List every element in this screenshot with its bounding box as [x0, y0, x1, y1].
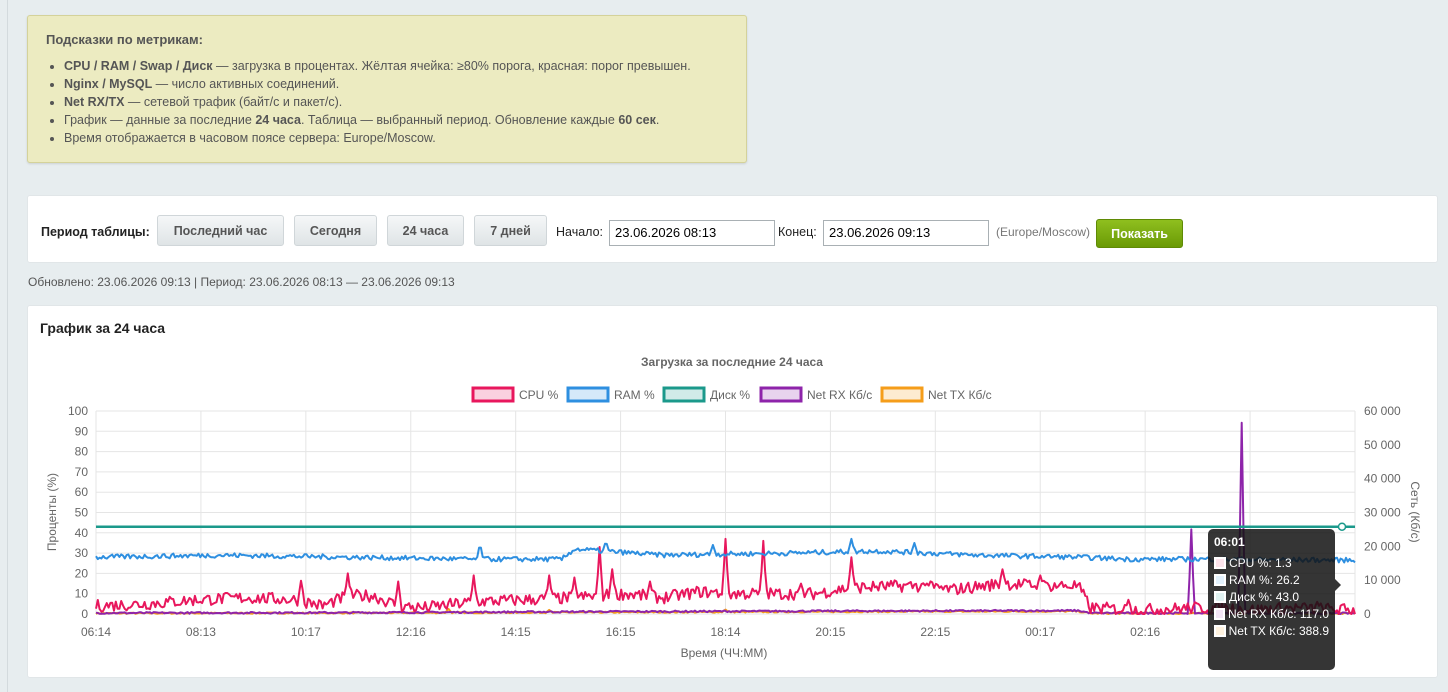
y2-axis-label: Сеть (Кб/с) [1408, 481, 1422, 542]
tooltip-swatch [1214, 573, 1226, 586]
y-tick-label: 60 [75, 485, 89, 499]
x-axis-label: Время (ЧЧ:ММ) [681, 646, 768, 660]
y-tick-label: 70 [75, 465, 89, 479]
y2-tick-label: 40 000 [1364, 472, 1401, 486]
tooltip-row: CPU %: 1.3 [1214, 554, 1329, 571]
legend-swatch [880, 386, 924, 403]
tooltip-row: Net RX Кб/с: 117.0 [1214, 605, 1329, 622]
tooltip-swatch [1214, 624, 1226, 637]
legend-swatch [566, 386, 610, 403]
legend-label: RAM % [614, 388, 655, 402]
legend-swatch [662, 386, 706, 403]
x-tick-label: 16:15 [606, 625, 636, 639]
y-tick-label: 80 [75, 445, 89, 459]
y2-tick-label: 60 000 [1364, 404, 1401, 418]
chart-tooltip: 06:01 CPU %: 1.3 RAM %: 26.2 Диск %: 43.… [1208, 529, 1341, 670]
tooltip-time: 06:01 [1214, 535, 1245, 549]
tooltip-row: Диск %: 43.0 [1214, 588, 1329, 605]
y-tick-label: 30 [75, 546, 89, 560]
x-tick-label: 00:17 [1025, 625, 1055, 639]
y-tick-label: 50 [75, 506, 89, 520]
y-tick-label: 0 [81, 607, 88, 621]
y2-tick-label: 10 000 [1364, 573, 1401, 587]
y2-tick-label: 30 000 [1364, 506, 1401, 520]
tooltip-swatch [1214, 590, 1226, 603]
y2-tick-label: 0 [1364, 607, 1371, 621]
chart-title: Загрузка за последние 24 часа [641, 355, 823, 369]
y-tick-label: 10 [75, 587, 89, 601]
legend-label: CPU % [519, 388, 559, 402]
tooltip-row: RAM %: 26.2 [1214, 571, 1329, 588]
y-tick-label: 40 [75, 526, 89, 540]
x-tick-label: 02:16 [1130, 625, 1160, 639]
y2-tick-label: 50 000 [1364, 438, 1401, 452]
legend-label: Net RX Кб/с [807, 388, 872, 402]
x-tick-label: 14:15 [501, 625, 531, 639]
x-tick-label: 20:15 [815, 625, 845, 639]
x-tick-label: 22:15 [920, 625, 950, 639]
x-tick-label: 18:14 [710, 625, 740, 639]
legend-swatch [759, 386, 803, 403]
tooltip-swatch [1214, 607, 1225, 620]
y-tick-label: 100 [68, 404, 88, 418]
hover-point [1337, 522, 1347, 531]
legend-label: Net TX Кб/с [928, 388, 992, 402]
tooltip-row: Net TX Кб/с: 388.9 [1214, 622, 1329, 639]
x-tick-label: 10:17 [291, 625, 321, 639]
legend-swatch [471, 386, 515, 403]
y-tick-label: 90 [75, 424, 89, 438]
y-tick-label: 20 [75, 566, 89, 580]
x-tick-label: 06:14 [81, 625, 111, 639]
y-axis-label: Проценты (%) [45, 473, 59, 551]
y2-tick-label: 20 000 [1364, 539, 1401, 553]
legend-label: Диск % [710, 388, 750, 402]
x-tick-label: 12:16 [396, 625, 426, 639]
tooltip-swatch [1214, 556, 1226, 569]
x-tick-label: 08:13 [186, 625, 216, 639]
